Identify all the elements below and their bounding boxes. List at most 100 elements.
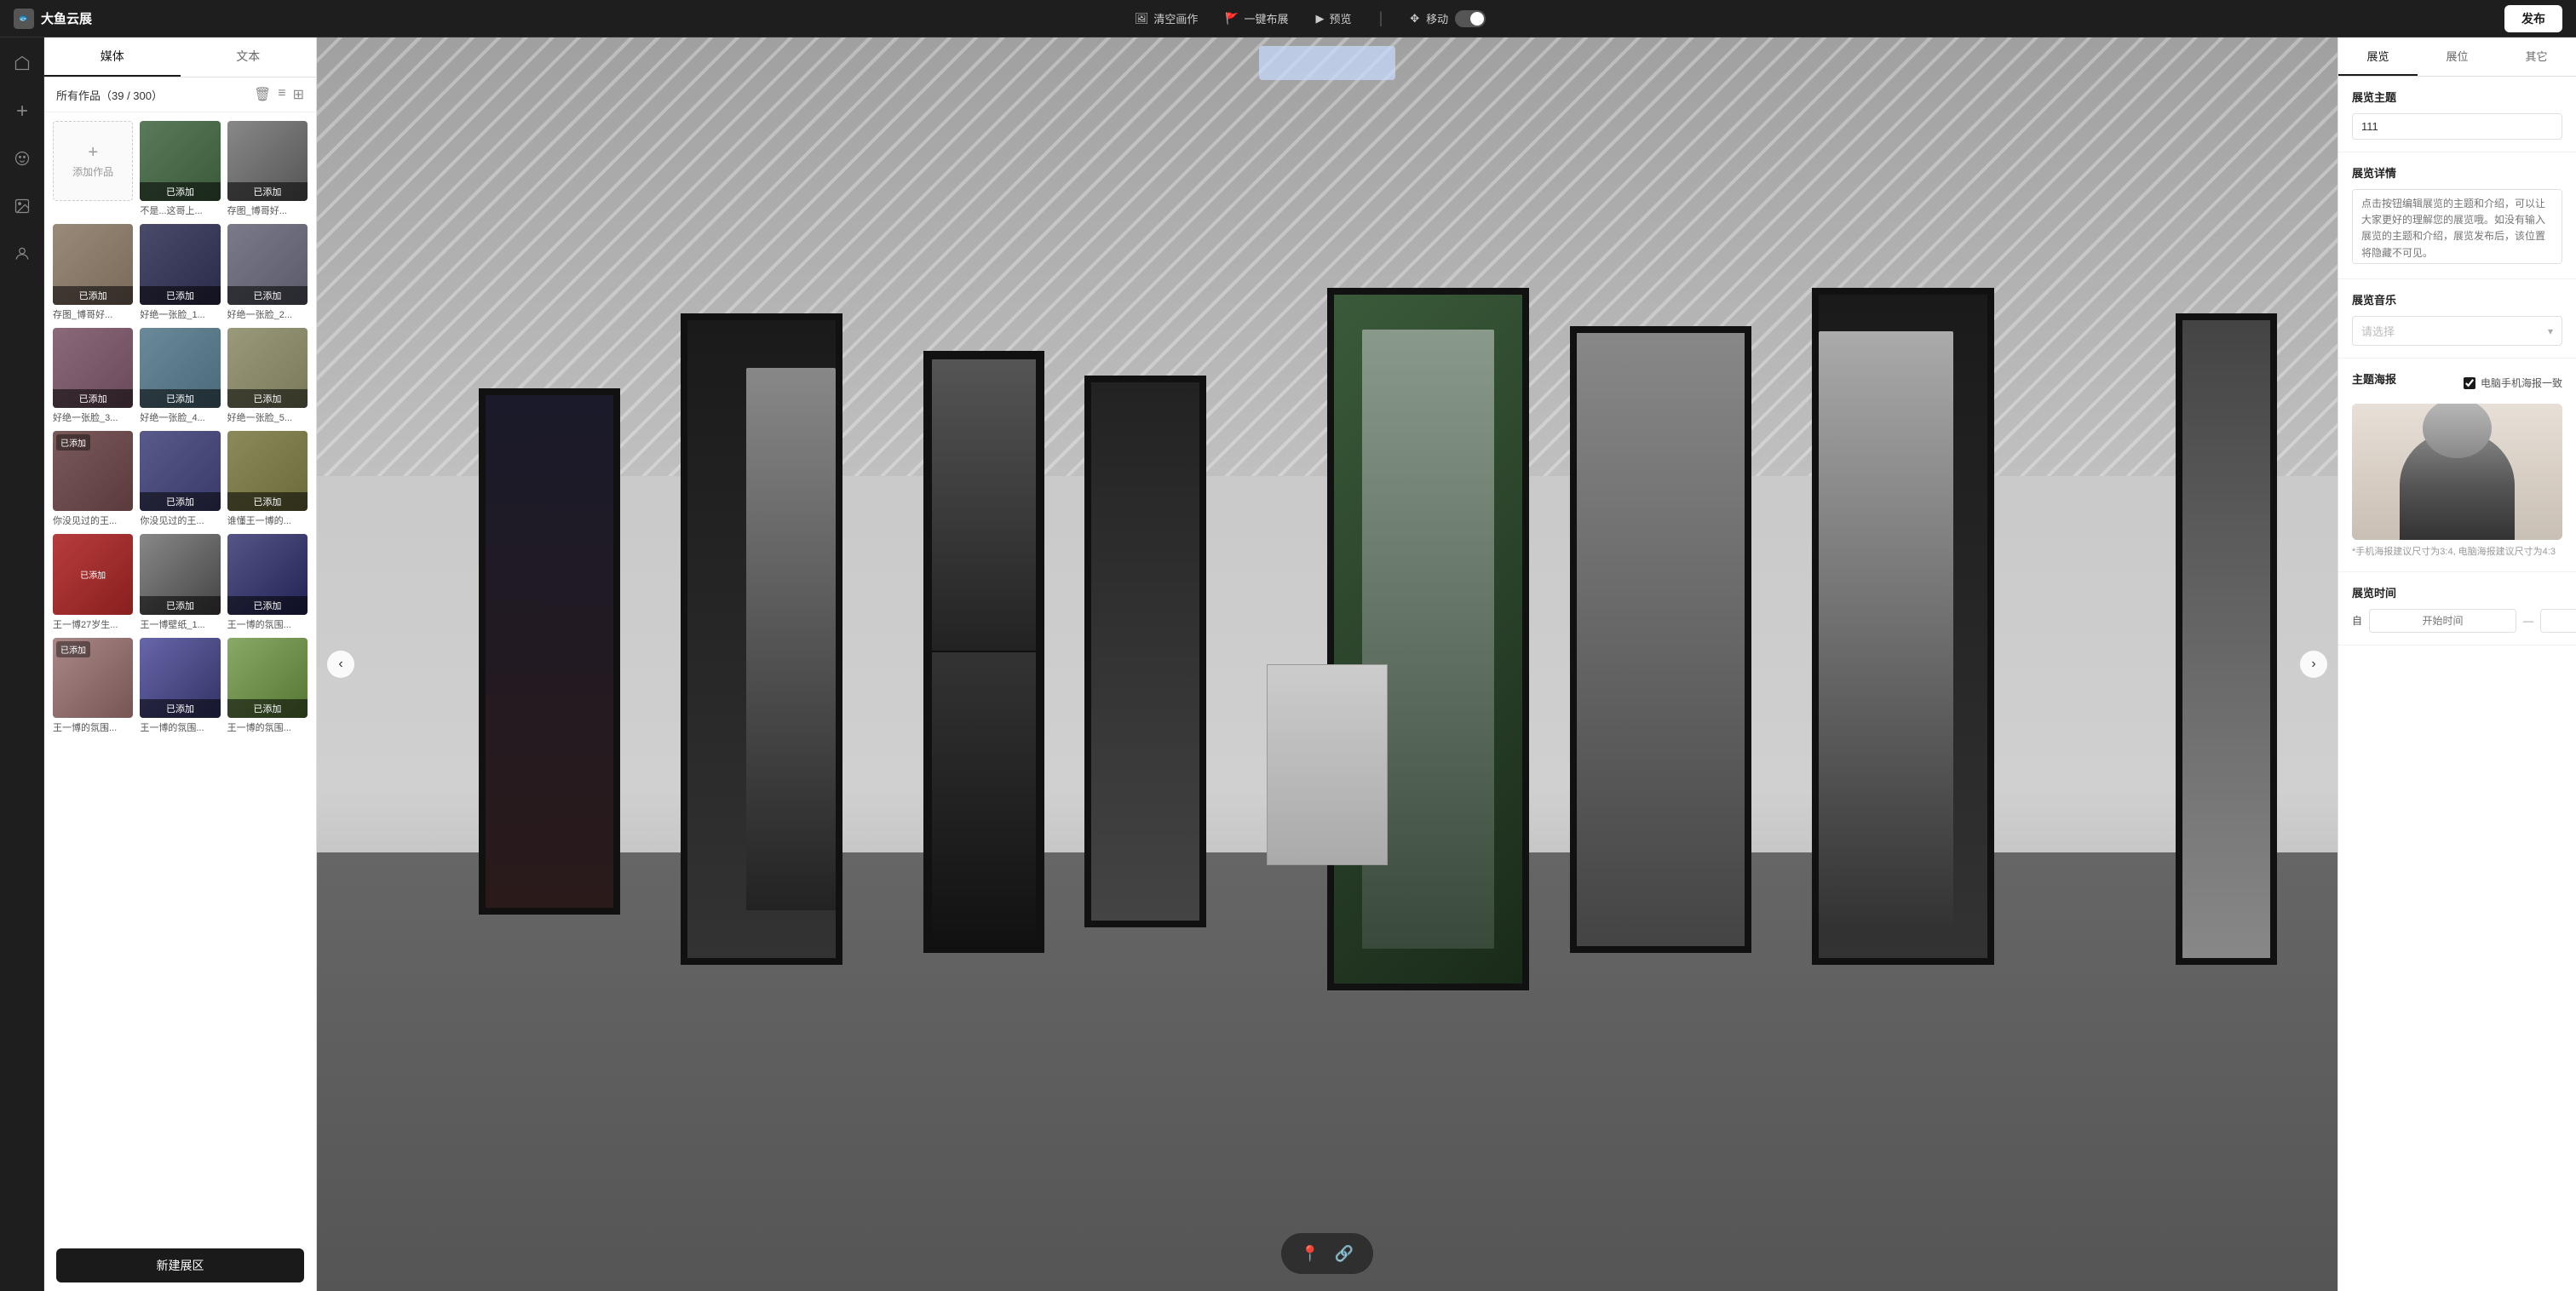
artworks-count: 所有作品（39 / 300） bbox=[56, 87, 163, 103]
poster-checkbox-label[interactable]: 电脑手机海报一致 bbox=[2464, 376, 2562, 390]
artwork-item-5[interactable]: 已添加 好绝一张脸_3... bbox=[53, 328, 133, 424]
publish-button[interactable]: 发布 bbox=[2504, 5, 2562, 32]
details-textarea[interactable] bbox=[2352, 189, 2562, 264]
artwork-name-11: 王一博27岁生... bbox=[53, 617, 133, 631]
artwork-item-14[interactable]: 已添加 王一博的氛围... bbox=[53, 638, 133, 734]
gallery-frame-2[interactable] bbox=[681, 313, 842, 965]
add-artwork-btn[interactable]: + 添加作品 bbox=[53, 121, 133, 201]
artwork-item-1[interactable]: 已添加 存图_博哥好... bbox=[227, 121, 308, 217]
face-icon[interactable] bbox=[7, 143, 37, 174]
grid-icon[interactable]: ⊞ bbox=[293, 86, 304, 103]
theme-poster-section: 主题海报 电脑手机海报一致 *手机海报建议尺寸为3:4, 电脑海报建议尺寸为4:… bbox=[2338, 359, 2576, 572]
added-badge-6: 已添加 bbox=[140, 389, 220, 408]
artwork-item-13[interactable]: 已添加 王一博的氛围... bbox=[227, 534, 308, 630]
poster-header-row: 主题海报 电脑手机海报一致 bbox=[2352, 370, 2562, 395]
artwork-thumb-2: 已添加 bbox=[53, 224, 133, 304]
right-tab-other[interactable]: 其它 bbox=[2497, 37, 2576, 76]
deploy-icon: 🚩 bbox=[1225, 12, 1239, 26]
artwork-item-12[interactable]: 已添加 王一博壁纸_1... bbox=[140, 534, 220, 630]
artwork-item-7[interactable]: 已添加 好绝一张脸_5... bbox=[227, 328, 308, 424]
tab-text[interactable]: 文本 bbox=[181, 37, 317, 77]
artwork-item-4[interactable]: 已添加 好绝一张脸_2... bbox=[227, 224, 308, 320]
grid-row-1: 已添加 存图_博哥好... 已添加 好绝一张脸_1... 已添加 好绝一张脸_2… bbox=[53, 224, 308, 320]
right-tab-exhibition[interactable]: 展览 bbox=[2338, 37, 2418, 76]
artwork-name-12: 王一博壁纸_1... bbox=[140, 617, 220, 631]
location-btn[interactable]: 📍 bbox=[1295, 1238, 1325, 1269]
artwork-item-0[interactable]: 已添加 不是...这哥上... bbox=[140, 121, 220, 217]
added-badge-4: 已添加 bbox=[227, 286, 308, 305]
add-icon[interactable] bbox=[7, 95, 37, 126]
artwork-item-16[interactable]: 已添加 王一博的氛围... bbox=[227, 638, 308, 734]
artwork-thumb-9: 已添加 bbox=[140, 431, 220, 511]
artwork-item-15[interactable]: 已添加 王一博的氛围... bbox=[140, 638, 220, 734]
artwork-thumb-1: 已添加 bbox=[227, 121, 308, 201]
poster-thumbnail[interactable] bbox=[2352, 404, 2562, 540]
artwork-name-5: 好绝一张脸_3... bbox=[53, 410, 133, 424]
gallery-frame-4[interactable] bbox=[1084, 376, 1205, 927]
artwork-item-11[interactable]: 已添加 王一博27岁生... bbox=[53, 534, 133, 630]
delete-icon[interactable]: 🗑 bbox=[254, 86, 271, 103]
gallery-frame-5[interactable] bbox=[1327, 288, 1529, 990]
artwork-item-3[interactable]: 已添加 好绝一张脸_1... bbox=[140, 224, 220, 320]
add-artwork-item[interactable]: + 添加作品 bbox=[53, 121, 133, 217]
right-panel: 展览 展位 其它 展览主题 展览详情 展览音乐 请选择 ▾ 主题海报 电脑手机海… bbox=[2337, 37, 2576, 1291]
gallery-frame-6[interactable] bbox=[1570, 326, 1751, 953]
app-name: 大鱼云展 bbox=[41, 9, 92, 27]
time-from-label: 自 bbox=[2352, 613, 2362, 628]
gallery-background bbox=[317, 37, 2337, 1291]
end-time-input[interactable] bbox=[2540, 609, 2576, 633]
music-select[interactable]: 请选择 ▾ bbox=[2352, 316, 2562, 346]
artwork-item-2[interactable]: 已添加 存图_博哥好... bbox=[53, 224, 133, 320]
gallery-icon[interactable] bbox=[7, 191, 37, 221]
clear-canvas-btn[interactable]: 🖼 清空画作 bbox=[1135, 10, 1199, 26]
panel-header-icons: 🗑 ≡ ⊞ bbox=[254, 86, 304, 103]
artwork-thumb-15: 已添加 bbox=[140, 638, 220, 718]
artwork-item-10[interactable]: 已添加 谁懂王一博的... bbox=[227, 431, 308, 527]
preview-btn[interactable]: ▶ 预览 bbox=[1316, 10, 1352, 26]
added-badge-0: 已添加 bbox=[140, 182, 220, 201]
grid-row-2: 已添加 好绝一张脸_3... 已添加 好绝一张脸_4... 已添加 好绝一张脸_… bbox=[53, 328, 308, 424]
home-icon[interactable] bbox=[7, 48, 37, 78]
poster-checkbox[interactable] bbox=[2464, 377, 2475, 389]
list-icon[interactable]: ≡ bbox=[278, 86, 285, 103]
right-tab-booth[interactable]: 展位 bbox=[2418, 37, 2497, 76]
panel-tabs: 媒体 文本 bbox=[44, 37, 316, 77]
grid-row-4: 已添加 王一博27岁生... 已添加 王一博壁纸_1... 已添加 王一博的氛围… bbox=[53, 534, 308, 630]
logo-icon: 🐟 bbox=[14, 9, 34, 29]
artwork-thumb-14: 已添加 bbox=[53, 638, 133, 718]
main-canvas: ‹ › bbox=[317, 37, 2337, 1291]
canvas-next-btn[interactable]: › bbox=[2300, 651, 2327, 678]
artwork-name-8: 你没见过的王... bbox=[53, 514, 133, 527]
theme-input[interactable] bbox=[2352, 113, 2562, 140]
added-badge-10: 已添加 bbox=[227, 492, 308, 511]
new-zone-button[interactable]: 新建展区 bbox=[56, 1248, 304, 1282]
artwork-thumb-16: 已添加 bbox=[227, 638, 308, 718]
gallery-frame-7[interactable] bbox=[1812, 288, 1993, 965]
chevron-down-icon: ▾ bbox=[2548, 325, 2553, 337]
gallery-frame-1[interactable] bbox=[479, 388, 620, 915]
artwork-thumb-0: 已添加 bbox=[140, 121, 220, 201]
start-time-input[interactable] bbox=[2369, 609, 2516, 633]
artwork-name-10: 谁懂王一博的... bbox=[227, 514, 308, 527]
canvas-prev-btn[interactable]: ‹ bbox=[327, 651, 354, 678]
tab-media[interactable]: 媒体 bbox=[44, 37, 181, 77]
left-panel: 媒体 文本 所有作品（39 / 300） 🗑 ≡ ⊞ + 添加作品 已添加 不是… bbox=[44, 37, 317, 1291]
move-icon: ✥ bbox=[1410, 12, 1419, 26]
left-icon-sidebar bbox=[0, 37, 44, 1291]
artwork-item-6[interactable]: 已添加 好绝一张脸_4... bbox=[140, 328, 220, 424]
added-badge-12: 已添加 bbox=[140, 596, 220, 615]
artwork-item-8[interactable]: 已添加 你没见过的王... bbox=[53, 431, 133, 527]
move-toggle[interactable] bbox=[1455, 10, 1486, 27]
share-btn[interactable]: 🔗 bbox=[1329, 1238, 1360, 1269]
poster-label: 主题海报 bbox=[2352, 370, 2396, 387]
grid-row-3: 已添加 你没见过的王... 已添加 你没见过的王... 已添加 谁懂王一博的..… bbox=[53, 431, 308, 527]
music-placeholder: 请选择 bbox=[2361, 323, 2395, 339]
user-icon[interactable] bbox=[7, 238, 37, 269]
preview-icon: ▶ bbox=[1316, 12, 1325, 26]
gallery-frame-8[interactable] bbox=[2176, 313, 2277, 965]
artwork-name-15: 王一博的氛围... bbox=[140, 720, 220, 734]
deploy-btn[interactable]: 🚩 一键布展 bbox=[1225, 10, 1288, 26]
artwork-item-9[interactable]: 已添加 你没见过的王... bbox=[140, 431, 220, 527]
added-badge-13: 已添加 bbox=[227, 596, 308, 615]
gallery-frame-3[interactable] bbox=[923, 351, 1044, 953]
